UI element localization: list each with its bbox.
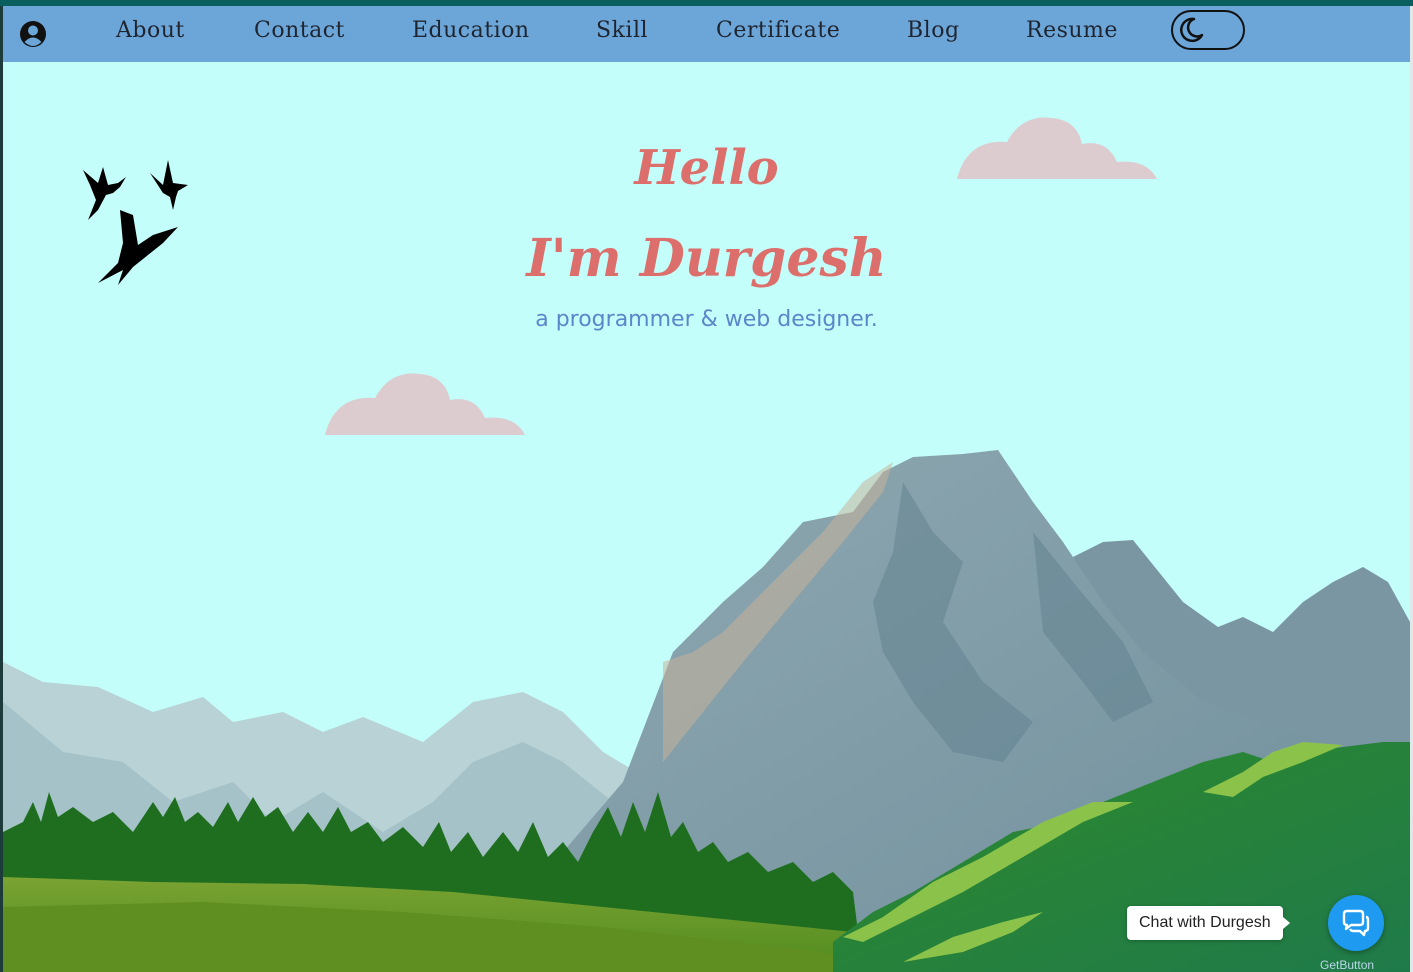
getbutton-brand[interactable]: GetButton bbox=[1320, 958, 1374, 972]
nav-blog[interactable]: Blog bbox=[907, 18, 960, 43]
nav-skill[interactable]: Skill bbox=[596, 18, 648, 43]
left-border bbox=[0, 6, 3, 972]
chat-bubbles-icon bbox=[1342, 909, 1370, 937]
top-navbar: About Contact Education Skill Certificat… bbox=[3, 6, 1410, 62]
user-circle-icon[interactable] bbox=[19, 20, 47, 48]
moon-icon bbox=[1180, 17, 1204, 43]
chat-button[interactable] bbox=[1328, 895, 1384, 951]
cloud-mid-left bbox=[325, 373, 525, 435]
hero-greeting: Hello bbox=[634, 140, 779, 196]
nav-education[interactable]: Education bbox=[412, 18, 530, 43]
hero-tagline: a programmer & web designer. bbox=[535, 307, 878, 332]
nav-contact[interactable]: Contact bbox=[254, 18, 345, 43]
theme-toggle[interactable] bbox=[1171, 10, 1245, 50]
hero-section: Hello I'm Durgesh a programmer & web des… bbox=[0, 0, 1413, 972]
nav-about[interactable]: About bbox=[116, 18, 185, 43]
nav-certificate[interactable]: Certificate bbox=[716, 18, 840, 43]
chat-label[interactable]: Chat with Durgesh bbox=[1127, 906, 1290, 940]
mountain-landscape bbox=[3, 450, 1410, 972]
hero-name: I'm Durgesh bbox=[526, 228, 887, 289]
nav-resume[interactable]: Resume bbox=[1026, 18, 1118, 43]
